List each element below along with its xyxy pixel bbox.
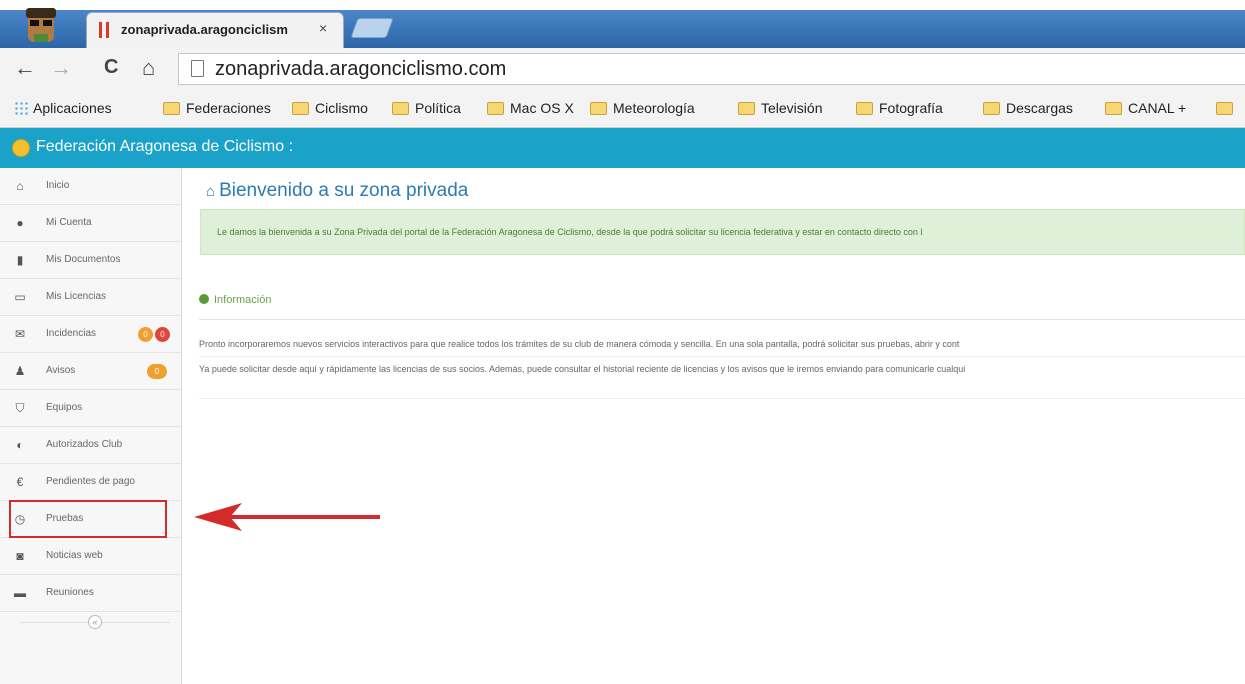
page-icon (191, 60, 204, 77)
url-text: zonaprivada.aragonciclismo.com (215, 58, 507, 80)
sidebar-item-label: Noticias web (46, 550, 103, 561)
address-bar[interactable]: zonaprivada.aragonciclismo.com (178, 53, 1245, 85)
document-icon: ▮ (16, 253, 24, 267)
sidebar-item-incidencias[interactable]: ✉ Incidencias 0 0 (0, 316, 181, 353)
page-title: ⌂ Bienvenido a su zona privada (206, 180, 468, 202)
user-icon: ● (16, 216, 24, 230)
sidebar-item-noticias-web[interactable]: ◙ Noticias web (0, 538, 181, 575)
sidebar-item-equipos[interactable]: ⛉ Equipos (0, 390, 181, 427)
bookmark-federaciones[interactable]: Federaciones (163, 100, 271, 116)
browser-toolbar: ← → C ⌂ zonaprivada.aragonciclismo.com (0, 48, 1245, 90)
sidebar-item-label: Equipos (46, 402, 83, 413)
sidebar-collapse-button[interactable]: « (88, 615, 102, 629)
tab-close-icon[interactable]: × (319, 20, 327, 36)
welcome-alert-text: Le damos la bienvenida a su Zona Privada… (217, 227, 923, 237)
card-icon: ▭ (14, 290, 26, 304)
half-shield-icon: ◐ (16, 438, 24, 452)
browser-tab-strip: zonaprivada.aragonciclism × (0, 0, 1245, 48)
bookmarks-bar: Aplicaciones Federaciones Ciclismo Polít… (0, 90, 1245, 128)
apps-grid-icon (14, 101, 28, 115)
shield-icon: ⛉ (15, 401, 25, 415)
sidebar-item-label: Mis Documentos (46, 254, 121, 265)
sidebar-item-pendientes-de-pago[interactable]: € Pendientes de pago (0, 464, 181, 501)
info-heading-text: Información (214, 294, 272, 306)
bookmark-meteorologia[interactable]: Meteorología (590, 100, 695, 116)
sidebar-item-label: Autorizados Club (46, 439, 123, 450)
sidebar-item-label: Avisos (46, 365, 76, 376)
page-title-text: Bienvenido a su zona privada (219, 180, 469, 201)
sidebar-item-inicio[interactable]: ⌂ Inicio (0, 168, 181, 205)
bookmark-aplicaciones[interactable]: Aplicaciones (14, 100, 112, 116)
info-paragraph-1: Pronto incorporaremos nuevos servicios i… (199, 339, 960, 349)
folder-icon (1216, 102, 1233, 115)
incidencias-badge-pending: 0 (138, 327, 153, 342)
sidebar-item-label: Pendientes de pago (46, 476, 135, 487)
sidebar-item-label: Inicio (46, 180, 70, 191)
bookmark-fotografia[interactable]: Fotografía (856, 100, 943, 116)
info-icon (199, 294, 209, 304)
folder-icon (487, 102, 504, 115)
sidebar-item-mi-cuenta[interactable]: ● Mi Cuenta (0, 205, 181, 242)
tab-title: zonaprivada.aragonciclism (121, 22, 288, 37)
red-arrow-annotation (194, 503, 380, 531)
bookmark-canal-plus[interactable]: CANAL + (1105, 100, 1186, 116)
bookmark-ciclismo[interactable]: Ciclismo (292, 100, 368, 116)
bookmark-television[interactable]: Televisión (738, 100, 822, 116)
tab-active[interactable]: zonaprivada.aragonciclism × (86, 12, 344, 48)
bookmark-descargas[interactable]: Descargas (983, 100, 1073, 116)
app-title[interactable]: Federación Aragonesa de Ciclismo : (36, 138, 293, 156)
divider (199, 398, 1245, 399)
folder-icon (292, 102, 309, 115)
federation-logo-icon (12, 139, 30, 157)
bookmark-politica[interactable]: Política (392, 100, 461, 116)
camera-icon: ◙ (16, 549, 24, 563)
folder-icon (856, 102, 873, 115)
info-heading: Información (199, 294, 271, 306)
sidebar-item-avisos[interactable]: ♟ Avisos 0 (0, 353, 181, 390)
sidebar-item-label: Incidencias (46, 328, 97, 339)
bell-icon: ♟ (14, 364, 26, 378)
back-icon[interactable]: ← (14, 55, 36, 81)
sidebar-item-label: Reuniones (46, 587, 94, 598)
new-tab-button[interactable] (350, 18, 394, 38)
sidebar-item-mis-documentos[interactable]: ▮ Mis Documentos (0, 242, 181, 279)
welcome-alert: Le damos la bienvenida a su Zona Privada… (200, 209, 1245, 255)
folder-icon (590, 102, 607, 115)
euro-icon: € (16, 475, 24, 489)
bookmark-overflow[interactable] (1216, 100, 1239, 116)
home-icon[interactable]: ⌂ (142, 55, 155, 81)
app-header: Federación Aragonesa de Ciclismo : (0, 128, 1245, 168)
folder-icon (392, 102, 409, 115)
divider (199, 319, 1245, 320)
sidebar-item-mis-licencias[interactable]: ▭ Mis Licencias (0, 279, 181, 316)
divider (199, 356, 1245, 357)
folder-icon (983, 102, 1000, 115)
folder-icon (1105, 102, 1122, 115)
sidebar: ⌂ Inicio ● Mi Cuenta ▮ Mis Documentos ▭ … (0, 168, 182, 684)
home-icon: ⌂ (206, 183, 216, 200)
home-icon: ⌂ (16, 179, 24, 193)
avisos-badge: 0 (147, 364, 167, 379)
reload-icon[interactable]: C (104, 56, 118, 79)
sidebar-item-reuniones[interactable]: ▬ Reuniones (0, 575, 181, 612)
sidebar-item-autorizados-club[interactable]: ◐ Autorizados Club (0, 427, 181, 464)
forward-icon[interactable]: → (50, 55, 72, 81)
envelope-icon: ✉ (14, 327, 26, 341)
info-paragraph-2: Ya puede solicitar desde aquí y rápidame… (199, 364, 966, 374)
folder-icon (163, 102, 180, 115)
sidebar-item-label: Mi Cuenta (46, 217, 92, 228)
bookmark-mac-os-x[interactable]: Mac OS X (487, 100, 574, 116)
profile-avatar-icon[interactable] (18, 6, 64, 46)
briefcase-icon: ▬ (14, 586, 26, 600)
pruebas-highlight-annotation (9, 500, 167, 538)
folder-icon (738, 102, 755, 115)
favicon-icon (99, 22, 109, 38)
sidebar-item-label: Mis Licencias (46, 291, 107, 302)
incidencias-badge-new: 0 (155, 327, 170, 342)
